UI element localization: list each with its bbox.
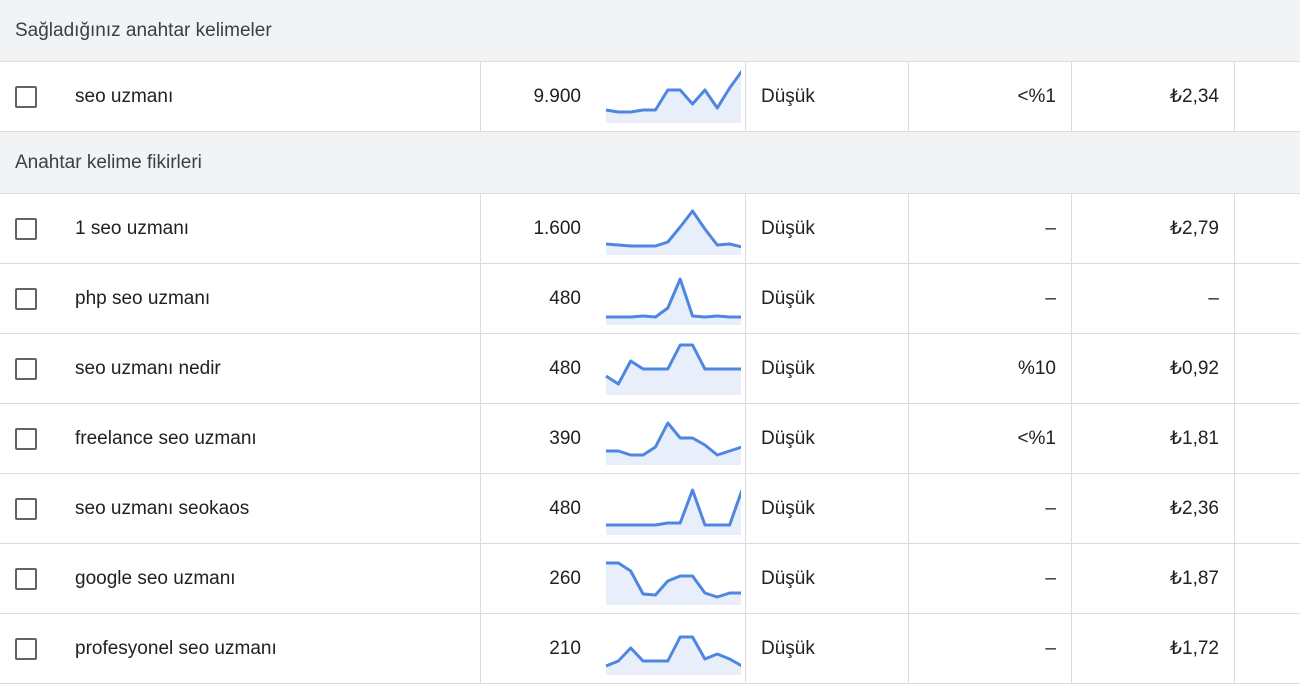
keyword-ideas-table: Sağladığınız anahtar kelimeler seo uzmanı… xyxy=(0,0,1300,684)
competition-cell: Düşük xyxy=(746,194,909,263)
trend-sparkline xyxy=(605,209,741,255)
top-of-page-bid-cell: ₺1,81 xyxy=(1072,404,1235,473)
row-checkbox[interactable] xyxy=(15,217,37,240)
keyword-cell: seo uzmanı xyxy=(60,62,481,131)
avg-monthly-searches: 390 xyxy=(549,427,581,449)
spacer-cell xyxy=(1235,194,1300,263)
keyword-cell: freelance seo uzmanı xyxy=(60,404,481,473)
top-of-page-bid-cell: – xyxy=(1072,264,1235,333)
impression-share-cell: – xyxy=(909,614,1072,683)
checkbox-cell xyxy=(0,334,60,403)
trend-cell xyxy=(596,334,746,403)
top-of-page-bid-cell: ₺0,92 xyxy=(1072,334,1235,403)
table-row: seo uzmanı seokaos 480 Düşük – ₺2,36 xyxy=(0,474,1300,544)
competition-cell: Düşük xyxy=(746,334,909,403)
avg-monthly-searches: 480 xyxy=(549,357,581,379)
spacer-cell xyxy=(1235,264,1300,333)
competition-cell: Düşük xyxy=(746,62,909,131)
keyword-cell: seo uzmanı seokaos xyxy=(60,474,481,543)
trend-cell xyxy=(596,474,746,543)
trend-sparkline xyxy=(606,488,741,535)
checkbox-cell xyxy=(0,544,60,613)
checkbox-cell xyxy=(0,62,60,131)
spacer-cell xyxy=(1235,334,1300,403)
row-checkbox[interactable] xyxy=(15,637,37,660)
competition-cell: Düşük xyxy=(746,474,909,543)
competition-cell: Düşük xyxy=(746,264,909,333)
top-of-page-bid-cell: ₺2,34 xyxy=(1072,62,1235,131)
trend-cell xyxy=(596,62,746,131)
table-row: php seo uzmanı 480 Düşük – – xyxy=(0,264,1300,334)
impression-share-cell: – xyxy=(909,474,1072,543)
trend-sparkline xyxy=(606,421,741,465)
checkbox-cell xyxy=(0,264,60,333)
table-row: profesyonel seo uzmanı 210 Düşük – ₺1,72 xyxy=(0,614,1300,684)
row-checkbox[interactable] xyxy=(15,497,37,520)
checkbox-cell xyxy=(0,614,60,683)
trend-sparkline xyxy=(605,635,741,675)
impression-share-cell: – xyxy=(909,264,1072,333)
keyword-cell: seo uzmanı nedir xyxy=(60,334,481,403)
spacer-cell xyxy=(1235,544,1300,613)
impression-share-cell: – xyxy=(909,544,1072,613)
table-row: 1 seo uzmanı 1.600 Düşük – ₺2,79 xyxy=(0,194,1300,264)
trend-cell xyxy=(596,264,746,333)
avg-monthly-searches: 480 xyxy=(549,497,581,519)
avg-monthly-searches: 210 xyxy=(549,637,581,659)
spacer-cell xyxy=(1235,614,1300,683)
keyword-cell: 1 seo uzmanı xyxy=(60,194,481,263)
avg-monthly-searches: 9.900 xyxy=(533,85,581,107)
checkbox-cell xyxy=(0,404,60,473)
competition-cell: Düşük xyxy=(746,614,909,683)
impression-share-cell: – xyxy=(909,194,1072,263)
trend-area xyxy=(606,489,741,535)
trend-cell xyxy=(596,544,746,613)
row-checkbox[interactable] xyxy=(15,357,37,380)
row-checkbox[interactable] xyxy=(15,287,37,310)
row-checkbox[interactable] xyxy=(15,85,37,108)
impression-share-cell: %10 xyxy=(909,334,1072,403)
avg-monthly-searches: 480 xyxy=(549,287,581,309)
keyword-cell: php seo uzmanı xyxy=(60,264,481,333)
avg-monthly-searches: 1.600 xyxy=(533,217,581,239)
checkbox-cell xyxy=(0,474,60,543)
trend-sparkline xyxy=(606,277,741,325)
table-row: seo uzmanı 9.900 Düşük <%1 ₺2,34 xyxy=(0,62,1300,132)
top-of-page-bid-cell: ₺2,79 xyxy=(1072,194,1235,263)
trend-cell xyxy=(596,614,746,683)
trend-sparkline xyxy=(606,561,741,605)
trend-sparkline xyxy=(605,343,741,395)
table-row: google seo uzmanı 260 Düşük – ₺1,87 xyxy=(0,544,1300,614)
trend-line xyxy=(606,488,741,526)
table-row: seo uzmanı nedir 480 Düşük %10 ₺0,92 xyxy=(0,334,1300,404)
trend-cell xyxy=(596,194,746,263)
trend-cell xyxy=(596,404,746,473)
section-header: Sağladığınız anahtar kelimeler xyxy=(0,0,1300,62)
top-of-page-bid-cell: ₺2,36 xyxy=(1072,474,1235,543)
top-of-page-bid-cell: ₺1,87 xyxy=(1072,544,1235,613)
row-checkbox[interactable] xyxy=(15,567,37,590)
trend-sparkline xyxy=(605,69,741,123)
table-row: freelance seo uzmanı 390 Düşük <%1 ₺1,81 xyxy=(0,404,1300,474)
competition-cell: Düşük xyxy=(746,544,909,613)
spacer-cell xyxy=(1235,474,1300,543)
checkbox-cell xyxy=(0,194,60,263)
spacer-cell xyxy=(1235,62,1300,131)
keyword-cell: profesyonel seo uzmanı xyxy=(60,614,481,683)
trend-area xyxy=(606,71,741,123)
spacer-cell xyxy=(1235,404,1300,473)
section-header: Anahtar kelime fikirleri xyxy=(0,132,1300,194)
top-of-page-bid-cell: ₺1,72 xyxy=(1072,614,1235,683)
row-checkbox[interactable] xyxy=(15,427,37,450)
impression-share-cell: <%1 xyxy=(909,62,1072,131)
avg-monthly-searches: 260 xyxy=(549,567,581,589)
keyword-cell: google seo uzmanı xyxy=(60,544,481,613)
competition-cell: Düşük xyxy=(746,404,909,473)
impression-share-cell: <%1 xyxy=(909,404,1072,473)
